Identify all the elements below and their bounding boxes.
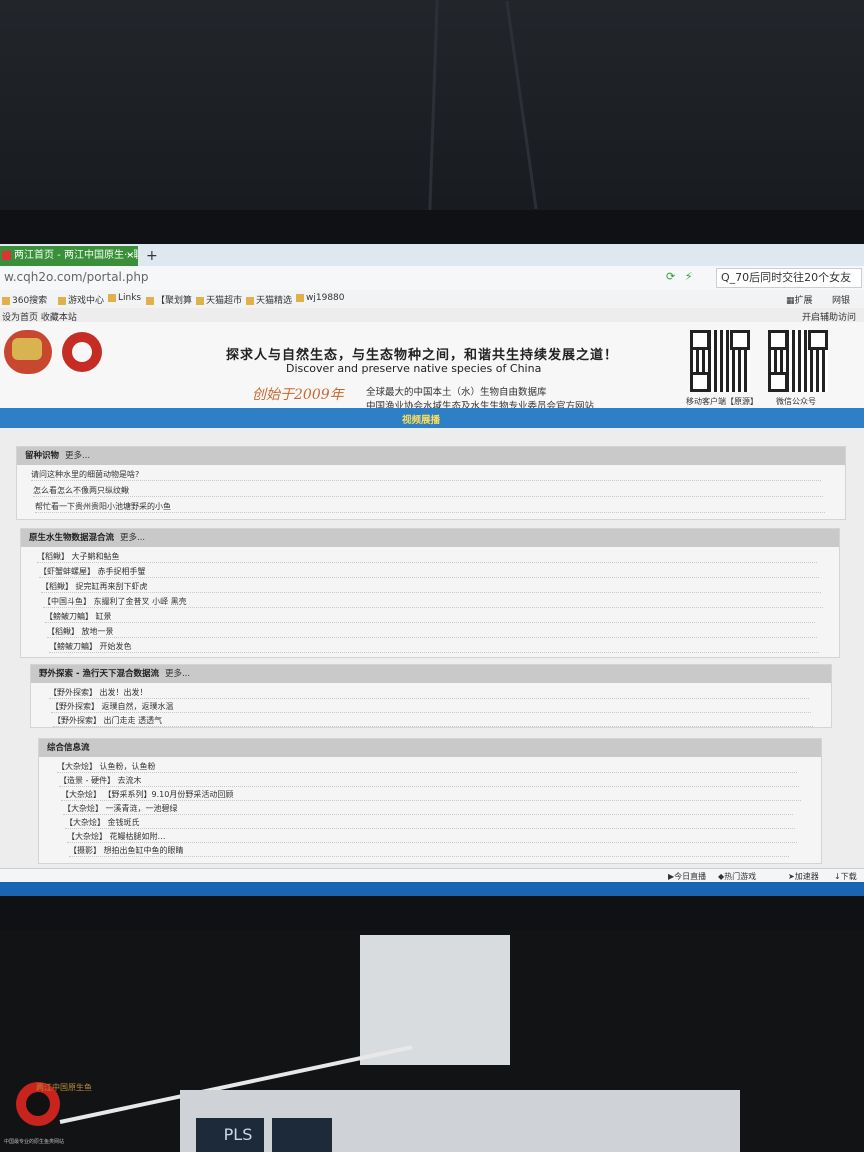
bookmarks-bar: 360搜索 游戏中心 Links 【聚划算 天猫超市 天猫精选 wj19880 … <box>0 290 864 309</box>
qr-corner <box>808 330 828 350</box>
bookmark-item[interactable]: 天猫超市 <box>196 293 242 306</box>
list-item[interactable]: 【野外探索】 出门走走 透透气 <box>53 715 813 727</box>
section-field-exploration: 野外探索 - 渔行天下混合数据流 更多... 【野外探索】 出发！出发！ 【野外探… <box>30 664 832 728</box>
section-header: 留种识物 更多... <box>17 447 845 465</box>
folder-icon <box>108 293 116 302</box>
site-description: 全球最大的中国本土（水）生物自由数据库 <box>366 387 547 398</box>
site-slogan: 探求人与自然生态，与生态物种之间，和谐共生持续发展之道！ <box>226 348 619 363</box>
list-item[interactable]: 【稻鳅】 放地一景 <box>47 626 817 638</box>
qr-corner <box>730 330 750 350</box>
keyboard-key <box>272 1118 332 1152</box>
list-item[interactable]: 【稻鳅】 捉完缸再来刮下虾虎 <box>41 581 821 593</box>
list-item[interactable]: 【野外探索】 出发！出发！ <box>49 687 809 699</box>
list-item[interactable]: 请问这种水里的细菌动物是啥? <box>31 469 821 481</box>
page-icon <box>246 296 254 305</box>
logo-emblem <box>12 338 42 360</box>
watermark-emblem <box>26 1092 50 1116</box>
list-item[interactable]: 【虾蟹蚌螺屋】 赤手捉相手蟹 <box>39 566 819 578</box>
os-taskbar <box>0 882 864 896</box>
page-icon <box>146 296 154 305</box>
gamepad-icon <box>58 296 66 305</box>
list-item[interactable]: 【摄影】 想拍出鱼缸中鱼的眼睛 <box>69 845 789 857</box>
user-icon <box>296 293 304 302</box>
security-icons: ⟳ ⚡ <box>666 270 696 283</box>
list-item[interactable]: 【鳑鲏刀鳊】 缸景 <box>45 611 815 623</box>
new-tab-button[interactable]: + <box>146 246 158 266</box>
monitor-stand <box>360 935 510 1065</box>
site-header: 探求人与自然生态，与生态物种之间，和谐共生持续发展之道！ Discover an… <box>0 322 864 412</box>
url-input[interactable]: w.cqh2o.com/portal.php <box>4 270 149 284</box>
browser-status-bar: ▶今日直播 ◆热门游戏 ➤加速器 ↓下载 <box>0 868 864 883</box>
more-link[interactable]: 更多... <box>120 533 145 543</box>
section-header: 原生水生物数据混合流 更多... <box>21 529 839 547</box>
watermark-subtext: 中国最专业的原生鱼类网站 <box>4 1139 65 1145</box>
section-species-id: 留种识物 更多... 请问这种水里的细菌动物是啥? 怎么看怎么不像两只纵纹鳅 帮忙… <box>16 446 846 520</box>
qr-label: 微信公众号 <box>776 397 816 406</box>
list-item[interactable]: 帮忙看一下贵州贵阳小池塘野采的小鱼 <box>35 501 825 513</box>
accelerator-button[interactable]: ➤加速器 <box>788 871 819 882</box>
bookmark-item[interactable]: 天猫精选 <box>246 293 292 306</box>
main-nav: 视频展播 <box>0 408 864 428</box>
list-item[interactable]: 【造景 - 硬件】 去流木 <box>59 775 799 787</box>
web-page: 设为首页 收藏本站 开启辅助访问 探求人与自然生态，与生态物种之间，和谐共生持续… <box>0 308 864 896</box>
section-header: 综合信息流 <box>39 739 821 757</box>
address-bar: w.cqh2o.com/portal.php ⟳ ⚡ Q_70后同时交往20个女… <box>0 266 864 291</box>
tab-bar: 两江首页 - 两江中国原生···聊中 × + <box>0 244 864 266</box>
keyboard <box>180 1090 740 1152</box>
close-tab-icon[interactable]: × <box>126 246 134 266</box>
bookmark-item[interactable]: 【聚划算 <box>146 293 192 306</box>
bookmark-item[interactable]: 360搜索 <box>2 293 47 306</box>
section-general-info: 综合信息流 【大杂烩】 认鱼粉，认鱼粉 【造景 - 硬件】 去流木 【大杂烩】 … <box>38 738 822 864</box>
list-item[interactable]: 【野外探索】 返璞自然，返璞水温 <box>51 701 811 713</box>
hot-games-button[interactable]: ◆热门游戏 <box>718 871 756 882</box>
live-button[interactable]: ▶今日直播 <box>668 871 706 882</box>
extensions-button[interactable]: ▦扩展 <box>786 293 813 306</box>
tab-title: 两江首页 - 两江中国原生···聊中 <box>14 250 138 261</box>
bookmark-item[interactable]: 游戏中心 <box>58 293 104 306</box>
site-slogan-en: Discover and preserve native species of … <box>286 362 542 375</box>
list-item[interactable]: 【大杂烩】 【野采系列】9.10月份野采活动回顾 <box>61 789 801 801</box>
list-item[interactable]: 【中国斗鱼】 东撮利了金普叉 小峄 黑壳 <box>43 596 823 608</box>
qr-corner <box>768 372 788 392</box>
bookmark-item[interactable]: wj19880 <box>296 293 345 303</box>
list-item[interactable]: 【鳑鲏刀鳊】 开始发色 <box>49 641 819 653</box>
more-link[interactable]: 更多... <box>65 451 90 461</box>
list-item[interactable]: 【大杂烩】 花鳗枯腿如附… <box>67 831 797 843</box>
section-header: 野外探索 - 渔行天下混合数据流 更多... <box>31 665 831 683</box>
watermark-text: 两江中国原生鱼 <box>36 1083 92 1092</box>
list-item[interactable]: 【稻鳅】 大子鳉和鲇鱼 <box>37 551 817 563</box>
qr-corner <box>690 372 710 392</box>
extensions-icon: ▦ <box>786 296 795 306</box>
keyboard-key: PLS <box>212 1118 264 1152</box>
bookmark-item[interactable]: Links <box>108 293 141 303</box>
download-icon: ↓ <box>834 872 841 881</box>
search-input[interactable]: Q_70后同时交往20个女友 <box>716 268 862 288</box>
founded-text: 创始于2009年 <box>252 387 344 403</box>
qr-corner <box>690 330 710 350</box>
rocket-icon: ➤ <box>788 872 795 881</box>
list-item[interactable]: 【大杂烩】 一溪青涟，一池碧绿 <box>63 803 793 815</box>
folder-icon <box>2 296 10 305</box>
browser-tab[interactable]: 两江首页 - 两江中国原生···聊中 <box>0 246 138 266</box>
download-button[interactable]: ↓下载 <box>834 871 857 882</box>
nav-item-video[interactable]: 视频展播 <box>402 412 440 426</box>
logo-emblem <box>72 342 92 362</box>
qr-corner <box>768 330 788 350</box>
more-link[interactable]: 更多... <box>165 669 190 679</box>
list-item[interactable]: 怎么看怎么不像两只纵纹鳅 <box>33 485 823 497</box>
netbank-button[interactable]: 网银 <box>832 293 850 306</box>
monitor-screen: 两江首页 - 两江中国原生···聊中 × + w.cqh2o.com/porta… <box>0 244 864 896</box>
page-icon <box>196 296 204 305</box>
qr-label: 移动客户端【原源】 <box>686 397 758 406</box>
section-native-species: 原生水生物数据混合流 更多... 【稻鳅】 大子鳉和鲇鱼 【虾蟹蚌螺屋】 赤手捉相… <box>20 528 840 658</box>
list-item[interactable]: 【大杂烩】 认鱼粉，认鱼粉 <box>57 761 797 773</box>
favicon-icon <box>2 250 11 260</box>
list-item[interactable]: 【大杂烩】 金钱斑氏 <box>65 817 795 829</box>
